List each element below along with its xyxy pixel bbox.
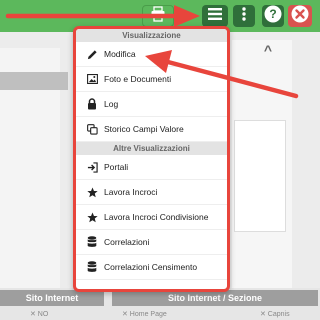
- menu-item-label: Foto e Documenti: [104, 74, 172, 84]
- left-grey-band: [0, 72, 68, 90]
- menu-item-label: Portali: [104, 162, 129, 172]
- close-icon: [291, 5, 309, 28]
- more-options-button[interactable]: [233, 5, 255, 27]
- more-vertical-icon: [242, 6, 246, 26]
- menu-item-foto-e-documenti[interactable]: Foto e Documenti: [76, 67, 227, 92]
- image-icon: [86, 73, 98, 85]
- dropdown-menu: Visualizzazione Modifica Foto e Document…: [73, 26, 230, 292]
- menu-item-correlazioni[interactable]: Correlazioni: [76, 230, 227, 255]
- menu-item-label: Correlazioni: [104, 237, 150, 247]
- print-icon: [150, 5, 166, 27]
- table-header-sito-internet[interactable]: Sito Internet: [0, 290, 104, 306]
- svg-text:?: ?: [269, 7, 276, 21]
- right-panel-box: [234, 120, 286, 232]
- help-button[interactable]: ?: [262, 5, 284, 27]
- menu-item-label: Correlazioni Censimento: [104, 262, 198, 272]
- menu-item-label: Modifica: [104, 49, 136, 59]
- menu-button[interactable]: [202, 5, 228, 27]
- menu-item-correlazioni-censimento[interactable]: Correlazioni Censimento: [76, 255, 227, 280]
- hamburger-menu-icon: [208, 7, 222, 25]
- collapse-chevron-icon[interactable]: ^: [258, 40, 278, 60]
- star-icon: [86, 211, 98, 223]
- help-icon: ?: [264, 5, 282, 28]
- copy-icon: [86, 123, 98, 135]
- close-button[interactable]: [288, 5, 312, 27]
- database-icon: [86, 236, 98, 248]
- pencil-icon: [86, 48, 98, 60]
- menu-item-modifica[interactable]: Modifica: [76, 42, 227, 67]
- table-cell: ✕ Capnis: [260, 311, 290, 318]
- menu-item-lavora-incroci-condivisione[interactable]: Lavora Incroci Condivisione: [76, 205, 227, 230]
- menu-item-portali[interactable]: Portali: [76, 155, 227, 180]
- lock-icon: [86, 98, 98, 110]
- menu-item-label: Lavora Incroci Condivisione: [104, 212, 209, 222]
- database-icon: [86, 261, 98, 273]
- star-icon: [86, 186, 98, 198]
- table-header-sito-internet-sezione[interactable]: Sito Internet / Sezione: [112, 290, 318, 306]
- menu-item-log[interactable]: Log: [76, 92, 227, 117]
- menu-section-header: Visualizzazione: [76, 29, 227, 42]
- menu-item-storico-campi-valore[interactable]: Storico Campi Valore: [76, 117, 227, 142]
- menu-item-label: Storico Campi Valore: [104, 124, 184, 134]
- menu-item-label: Lavora Incroci: [104, 187, 158, 197]
- menu-section-header: Altre Visualizzazioni: [76, 142, 227, 155]
- sign-in-icon: [86, 161, 98, 173]
- menu-item-label: Log: [104, 99, 119, 109]
- table-cell: ✕ Home Page: [122, 311, 167, 318]
- menu-item-lavora-incroci[interactable]: Lavora Incroci: [76, 180, 227, 205]
- table-cell: ✕ NO: [30, 311, 49, 318]
- print-button[interactable]: [142, 5, 174, 27]
